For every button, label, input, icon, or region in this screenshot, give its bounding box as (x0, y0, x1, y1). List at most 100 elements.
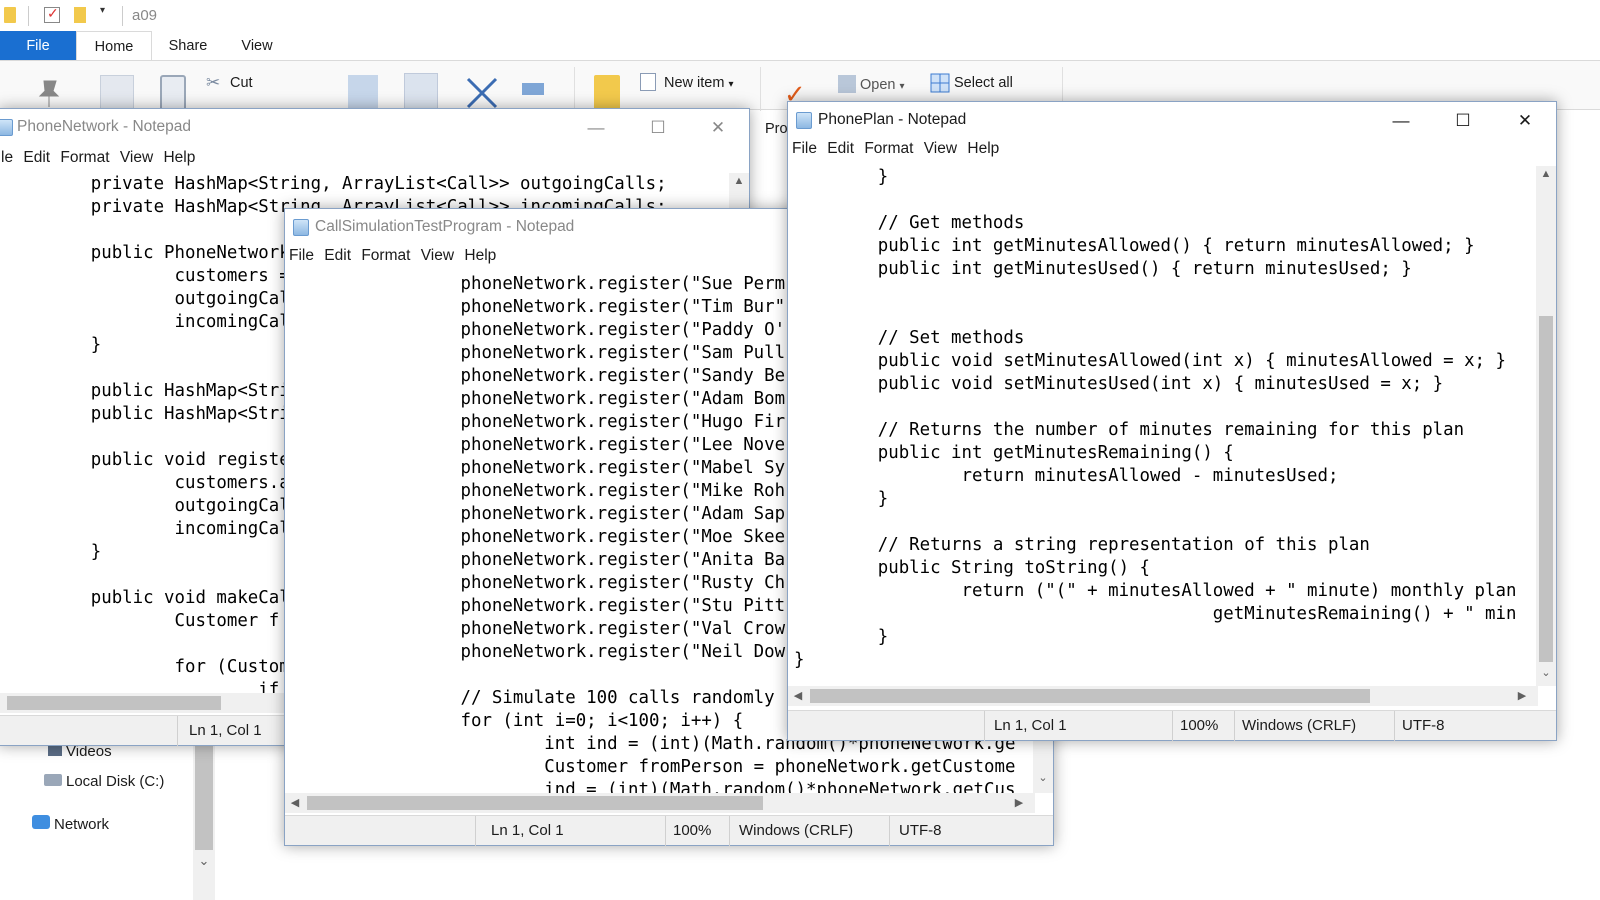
code-line: // Set methods (794, 328, 1025, 348)
status-line-ending: Windows (CRLF) (1242, 717, 1357, 734)
scroll-right-arrow[interactable]: ▶ (1512, 689, 1532, 702)
nav-scrollbar[interactable]: ⌄ (193, 745, 215, 900)
nav-scroll-thumb[interactable] (195, 745, 213, 850)
scroll-left-arrow[interactable]: ◀ (788, 689, 808, 702)
code-line: // Returns the number of minutes remaini… (794, 420, 1465, 440)
menu-view[interactable]: View (421, 247, 454, 265)
vertical-scroll-thumb[interactable] (1539, 316, 1553, 662)
maximize-button[interactable]: ☐ (629, 109, 687, 147)
tab-home[interactable]: Home (76, 31, 152, 61)
code-line: // Get methods (794, 213, 1025, 233)
cut-button[interactable]: Cut (230, 75, 253, 91)
code-line: Customer fromPerson = phoneNetwork.getCu… (293, 757, 1016, 777)
title-bar: PhonePlan - Notepad — ☐ ✕ (788, 102, 1556, 140)
menu-file[interactable]: File (792, 140, 817, 158)
nav-item-network[interactable]: Network (32, 815, 109, 833)
window-title: CallSimulationTestProgram - Notepad (315, 218, 575, 235)
menu-file[interactable]: le (1, 149, 13, 167)
navigation-pane: Videos Local Disk (C:) Network ⌄ (0, 743, 215, 900)
scroll-down-arrow[interactable]: ⌄ (1033, 771, 1053, 784)
window-title: PhonePlan - Notepad (818, 111, 967, 128)
new-folder-icon[interactable] (594, 75, 620, 111)
notepad-window-phone-plan: PhonePlan - Notepad — ☐ ✕ File Edit Form… (787, 101, 1557, 741)
select-all-button[interactable]: Select all (954, 75, 1013, 91)
move-to-icon[interactable] (348, 75, 378, 111)
status-zoom: 100% (673, 822, 712, 839)
horizontal-scroll-thumb[interactable] (810, 689, 1370, 703)
copy-icon[interactable] (100, 75, 134, 111)
menu-file[interactable]: File (289, 247, 314, 265)
close-button[interactable]: ✕ (1496, 102, 1554, 140)
vertical-scrollbar[interactable]: ▲ ⌄ (1536, 166, 1556, 686)
menu-help[interactable]: Help (967, 140, 999, 158)
status-encoding: UTF-8 (1402, 717, 1445, 734)
menu-edit[interactable]: Edit (324, 247, 351, 265)
nav-label-local-disk: Local Disk (C:) (66, 773, 165, 790)
network-icon (32, 815, 50, 829)
notepad-icon (0, 119, 13, 136)
nav-item-local-disk[interactable]: Local Disk (C:) (44, 773, 164, 790)
new-item-icon (640, 73, 656, 91)
horizontal-scroll-thumb[interactable] (7, 696, 221, 710)
tab-share[interactable]: Share (152, 31, 224, 61)
scroll-left-arrow[interactable]: ◀ (285, 796, 305, 809)
open-button[interactable]: Open ▾ (860, 77, 905, 93)
menu-edit[interactable]: Edit (23, 149, 50, 167)
status-encoding: UTF-8 (899, 822, 942, 839)
menu-edit[interactable]: Edit (827, 140, 854, 158)
code-line: private HashMap<String, ArrayList<Call>>… (7, 174, 667, 194)
menu-format[interactable]: Format (60, 149, 109, 167)
scroll-right-arrow[interactable]: ▶ (1009, 796, 1029, 809)
menu-format[interactable]: Format (361, 247, 410, 265)
minimize-button[interactable]: — (567, 109, 625, 147)
ribbon-tabs: File Home Share View (0, 31, 1600, 61)
scissors-icon: ✂ (206, 73, 221, 92)
rename-icon[interactable] (522, 83, 544, 95)
nav-scroll-down-arrow[interactable]: ⌄ (194, 853, 214, 869)
status-line-ending: Windows (CRLF) (739, 822, 854, 839)
new-folder-quick-icon[interactable] (74, 7, 86, 23)
menu-help[interactable]: Help (464, 247, 496, 265)
customize-quick-access-icon[interactable]: ▾ (100, 5, 116, 21)
copy-to-icon[interactable] (404, 73, 438, 111)
menu-help[interactable]: Help (163, 149, 195, 167)
paste-icon[interactable] (160, 75, 186, 111)
scroll-up-arrow[interactable]: ▲ (729, 175, 749, 187)
close-button[interactable]: ✕ (689, 109, 747, 147)
notepad-icon (796, 112, 812, 129)
new-item-label: New item (664, 75, 725, 91)
tab-file[interactable]: File (0, 31, 76, 61)
status-position: Ln 1, Col 1 (189, 722, 262, 739)
new-item-button[interactable]: New item ▾ (664, 75, 734, 91)
properties-quick-icon[interactable]: ✓ (44, 5, 60, 23)
text-editor[interactable]: } // Get methods public int getMinutesAl… (794, 166, 1536, 686)
horizontal-scrollbar[interactable]: ◀ ▶ (285, 793, 1035, 813)
code-line: public int getMinutesUsed() { return min… (794, 259, 1412, 279)
nav-label-network: Network (54, 816, 110, 833)
code-line: ind = (int)(Math.random()*phoneNetwork.g… (293, 780, 1016, 793)
scroll-down-arrow[interactable]: ⌄ (1536, 666, 1556, 679)
delete-icon[interactable] (464, 75, 500, 111)
menu-view[interactable]: View (120, 149, 153, 167)
code-line: return ("(" + minutesAllowed + " minute)… (794, 581, 1517, 601)
properties-button-partial[interactable]: Pro (765, 121, 788, 137)
folder-icon (4, 7, 16, 23)
horizontal-scroll-thumb[interactable] (307, 796, 763, 810)
menu-format[interactable]: Format (864, 140, 913, 158)
menu-view[interactable]: View (924, 140, 957, 158)
tab-view[interactable]: View (224, 31, 290, 61)
code-line: public void setMinutesAllowed(int x) { m… (794, 351, 1506, 371)
maximize-button[interactable]: ☐ (1434, 102, 1492, 140)
status-position: Ln 1, Col 1 (994, 717, 1067, 734)
explorer-title-bar: ✓ ▾ a09 (0, 0, 1600, 32)
open-icon (838, 75, 856, 93)
pin-icon[interactable] (34, 77, 64, 107)
horizontal-scrollbar[interactable]: ◀ ▶ (788, 686, 1538, 706)
minimize-button[interactable]: — (1372, 102, 1430, 140)
scroll-up-arrow[interactable]: ▲ (1536, 168, 1556, 180)
status-zoom: 100% (1180, 717, 1219, 734)
